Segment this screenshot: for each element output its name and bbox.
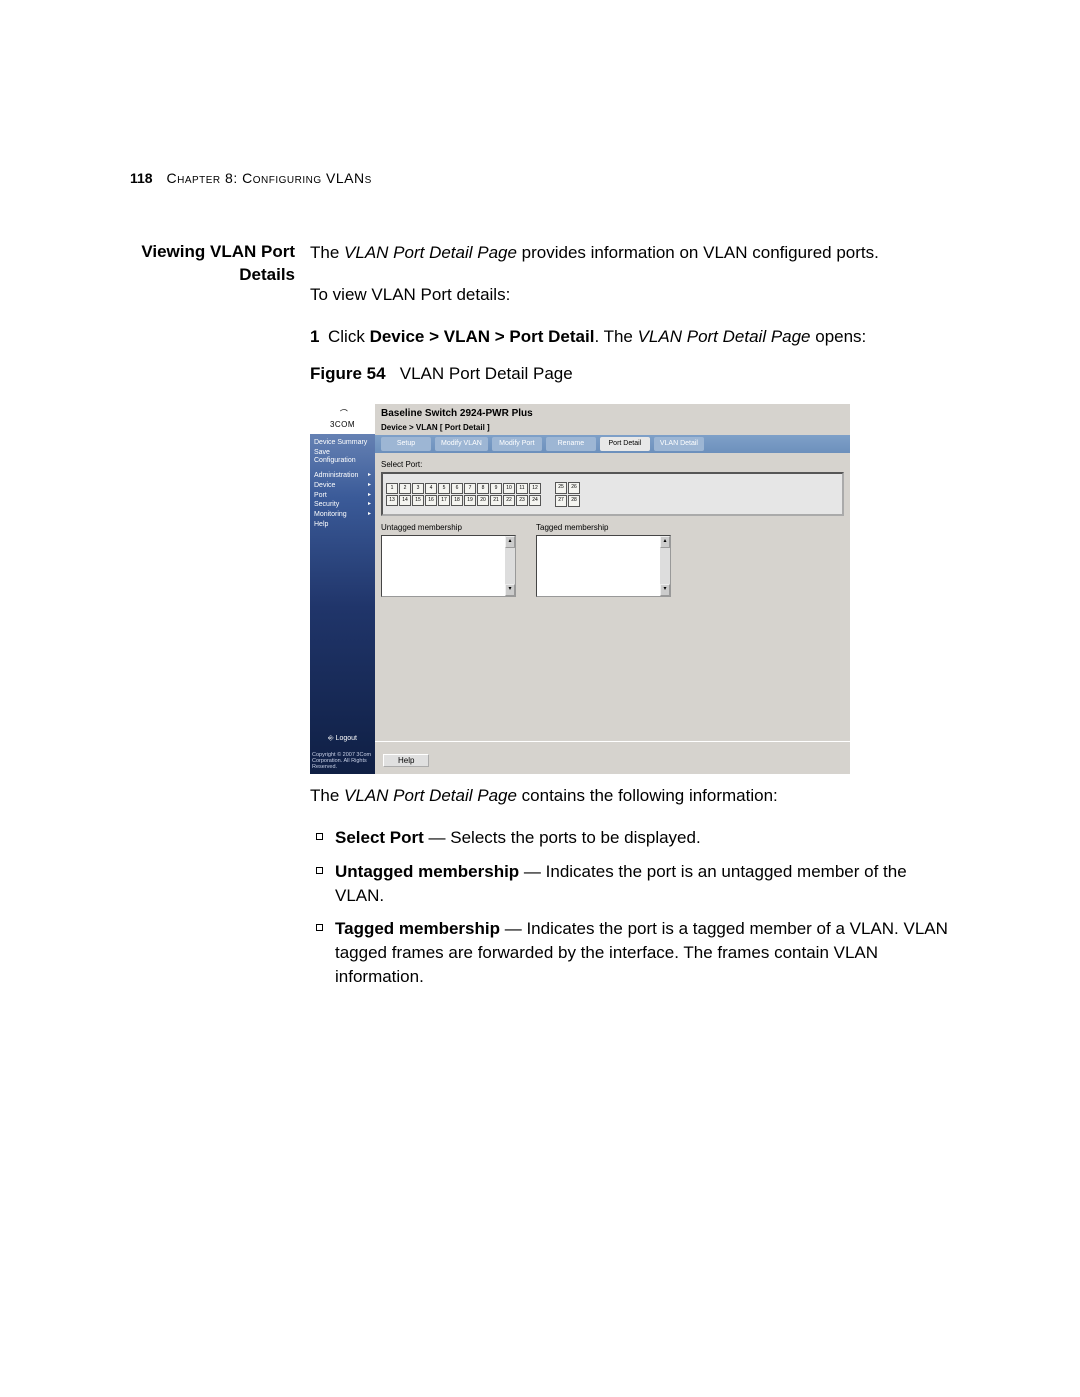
sidebar: ⌒ 3COM Device Summary Save Configuration… bbox=[310, 404, 375, 774]
port-27[interactable]: 27 bbox=[555, 495, 567, 507]
port-grid-main: 123456789101112 131415161718192021222324 bbox=[386, 483, 541, 506]
field-description-list: Select Port — Selects the ports to be di… bbox=[310, 826, 960, 989]
port-3[interactable]: 3 bbox=[412, 483, 424, 494]
port-10[interactable]: 10 bbox=[503, 483, 515, 494]
vlan-port-detail-screenshot: ⌒ 3COM Device Summary Save Configuration… bbox=[310, 404, 850, 774]
chevron-right-icon: ▸ bbox=[368, 511, 371, 519]
main-area: Baseline Switch 2924-PWR Plus Device > V… bbox=[375, 404, 850, 774]
step-list: 1 Click Device > VLAN > Port Detail. The… bbox=[310, 325, 960, 349]
sidebar-item-device[interactable]: Device▸ bbox=[312, 481, 373, 491]
chevron-right-icon: ▸ bbox=[368, 472, 371, 480]
port-19[interactable]: 19 bbox=[464, 495, 476, 506]
port-16[interactable]: 16 bbox=[425, 495, 437, 506]
bottom-toolbar: Help bbox=[375, 741, 850, 774]
post-figure-text: The VLAN Port Detail Page contains the f… bbox=[310, 784, 960, 808]
sidebar-item-save-configuration[interactable]: Save Configuration bbox=[312, 448, 373, 465]
port-28[interactable]: 28 bbox=[568, 495, 580, 507]
instruction-line: To view VLAN Port details: bbox=[310, 283, 960, 307]
figure-caption: Figure 54 VLAN Port Detail Page bbox=[310, 362, 960, 386]
sidebar-item-device-summary[interactable]: Device Summary bbox=[312, 438, 373, 448]
tab-vlan-detail[interactable]: VLAN Detail bbox=[654, 437, 704, 451]
chevron-right-icon: ▸ bbox=[368, 482, 371, 490]
select-port-label: Select Port: bbox=[381, 459, 844, 470]
tab-modify-vlan[interactable]: Modify VLAN bbox=[435, 437, 488, 451]
intro-paragraph: The VLAN Port Detail Page provides infor… bbox=[310, 241, 960, 265]
list-item: Select Port — Selects the ports to be di… bbox=[310, 826, 960, 850]
copyright-text: Copyright © 2007 3Com Corporation. All R… bbox=[312, 752, 373, 770]
port-9[interactable]: 9 bbox=[490, 483, 502, 494]
brand-logo: ⌒ 3COM bbox=[310, 404, 375, 434]
port-21[interactable]: 21 bbox=[490, 495, 502, 506]
chevron-right-icon: ▸ bbox=[368, 501, 371, 509]
port-4[interactable]: 4 bbox=[425, 483, 437, 494]
document-page: 118 Chapter 8: Configuring VLANs Viewing… bbox=[0, 0, 1080, 999]
scrollbar[interactable]: ▴ ▾ bbox=[660, 536, 670, 596]
tab-modify-port[interactable]: Modify Port bbox=[492, 437, 542, 451]
scroll-up-icon[interactable]: ▴ bbox=[505, 536, 515, 548]
port-15[interactable]: 15 bbox=[412, 495, 424, 506]
section-heading: Viewing VLAN Port Details bbox=[130, 241, 310, 287]
logout-button[interactable]: ⎆ Logout bbox=[310, 734, 375, 744]
sidebar-item-administration[interactable]: Administration▸ bbox=[312, 471, 373, 481]
title-bar: Baseline Switch 2924-PWR Plus bbox=[375, 404, 850, 422]
sidebar-item-monitoring[interactable]: Monitoring▸ bbox=[312, 510, 373, 520]
port-5[interactable]: 5 bbox=[438, 483, 450, 494]
scrollbar[interactable]: ▴ ▾ bbox=[505, 536, 515, 596]
tab-setup[interactable]: Setup bbox=[381, 437, 431, 451]
bullet-icon bbox=[316, 924, 323, 931]
port-25[interactable]: 25 bbox=[555, 482, 567, 494]
list-item: Tagged membership — Indicates the port i… bbox=[310, 917, 960, 988]
body-text: The VLAN Port Detail Page provides infor… bbox=[310, 241, 960, 999]
bullet-icon bbox=[316, 833, 323, 840]
tab-bar: Setup Modify VLAN Modify Port Rename Por… bbox=[375, 435, 850, 453]
running-header: 118 Chapter 8: Configuring VLANs bbox=[130, 170, 960, 186]
port-12[interactable]: 12 bbox=[529, 483, 541, 494]
port-22[interactable]: 22 bbox=[503, 495, 515, 506]
port-13[interactable]: 13 bbox=[386, 495, 398, 506]
port-11[interactable]: 11 bbox=[516, 483, 528, 494]
port-20[interactable]: 20 bbox=[477, 495, 489, 506]
port-grid-extra: 2526 2728 bbox=[555, 482, 580, 507]
port-14[interactable]: 14 bbox=[399, 495, 411, 506]
chevron-right-icon: ▸ bbox=[368, 492, 371, 500]
port-8[interactable]: 8 bbox=[477, 483, 489, 494]
untagged-membership-list[interactable]: ▴ ▾ bbox=[381, 535, 516, 597]
port-17[interactable]: 17 bbox=[438, 495, 450, 506]
page-number: 118 bbox=[130, 170, 153, 186]
port-18[interactable]: 18 bbox=[451, 495, 463, 506]
membership-row: Untagged membership ▴ ▾ Tagged membershi… bbox=[381, 522, 844, 596]
scroll-down-icon[interactable]: ▾ bbox=[660, 584, 670, 596]
port-6[interactable]: 6 bbox=[451, 483, 463, 494]
tagged-membership-list[interactable]: ▴ ▾ bbox=[536, 535, 671, 597]
port-26[interactable]: 26 bbox=[568, 482, 580, 494]
sidebar-item-help[interactable]: Help bbox=[312, 520, 373, 530]
sidebar-item-security[interactable]: Security▸ bbox=[312, 500, 373, 510]
port-7[interactable]: 7 bbox=[464, 483, 476, 494]
bullet-icon bbox=[316, 867, 323, 874]
scroll-down-icon[interactable]: ▾ bbox=[505, 584, 515, 596]
sidebar-item-port[interactable]: Port▸ bbox=[312, 491, 373, 501]
step-number: 1 bbox=[310, 325, 328, 349]
breadcrumb: Device > VLAN [ Port Detail ] bbox=[375, 422, 850, 435]
port-24[interactable]: 24 bbox=[529, 495, 541, 506]
port-2[interactable]: 2 bbox=[399, 483, 411, 494]
port-1[interactable]: 1 bbox=[386, 483, 398, 494]
untagged-label: Untagged membership bbox=[381, 522, 516, 533]
content-pane: Select Port: 123456789101112 13141516171… bbox=[375, 453, 850, 741]
port-selector: 123456789101112 131415161718192021222324… bbox=[381, 472, 844, 516]
port-23[interactable]: 23 bbox=[516, 495, 528, 506]
list-item: Untagged membership — Indicates the port… bbox=[310, 860, 960, 908]
scroll-up-icon[interactable]: ▴ bbox=[660, 536, 670, 548]
step-text: Click Device > VLAN > Port Detail. The V… bbox=[328, 325, 866, 349]
help-button[interactable]: Help bbox=[383, 754, 429, 767]
tab-rename[interactable]: Rename bbox=[546, 437, 596, 451]
tagged-label: Tagged membership bbox=[536, 522, 671, 533]
chapter-title: Chapter 8: Configuring VLANs bbox=[166, 170, 371, 186]
tab-port-detail[interactable]: Port Detail bbox=[600, 437, 650, 451]
